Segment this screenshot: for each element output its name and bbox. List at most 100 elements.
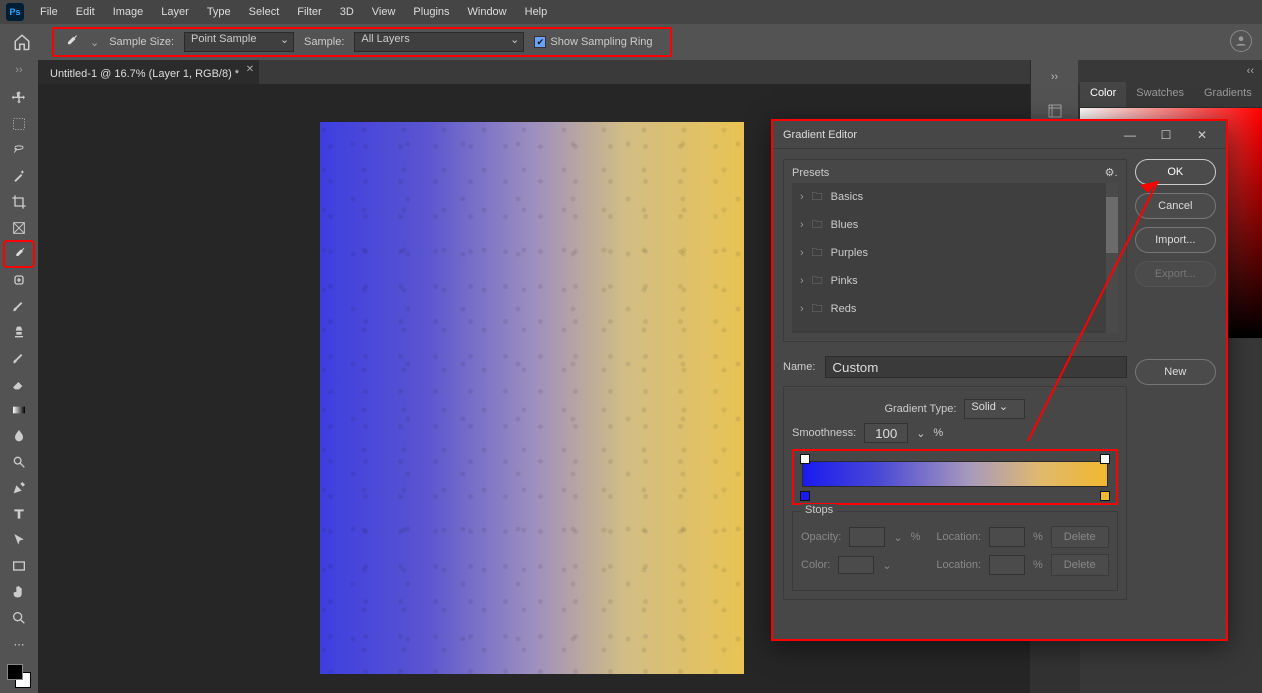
profile-button[interactable]	[1230, 30, 1252, 52]
smoothness-dropdown-icon[interactable]: ⌄	[916, 427, 925, 440]
preset-folder-pinks[interactable]: ›🗀Pinks	[792, 267, 1118, 295]
smoothness-input[interactable]	[864, 423, 908, 443]
stop-opacity-input	[849, 527, 885, 547]
ok-button[interactable]: OK	[1135, 159, 1216, 185]
export-button: Export...	[1135, 261, 1216, 287]
frame-tool[interactable]	[5, 216, 33, 240]
opacity-stop-right[interactable]	[1100, 454, 1110, 464]
preset-list[interactable]: ›🗀Basics ›🗀Blues ›🗀Purples ›🗀Pinks ›🗀Red…	[792, 183, 1118, 333]
sample-select[interactable]: All Layers⌄	[354, 32, 524, 52]
menu-3d[interactable]: 3D	[332, 3, 362, 21]
eraser-tool[interactable]	[5, 372, 33, 396]
gradient-settings: Gradient Type: Solid ⌄ Smoothness: ⌄ %	[783, 386, 1127, 600]
healing-tool[interactable]	[5, 268, 33, 292]
blur-tool[interactable]	[5, 424, 33, 448]
menu-file[interactable]: File	[32, 3, 66, 21]
dodge-tool[interactable]	[5, 450, 33, 474]
menu-image[interactable]: Image	[105, 3, 152, 21]
color-stop-left[interactable]	[800, 491, 810, 501]
smoothness-label: Smoothness:	[792, 427, 856, 439]
check-icon: ✔	[534, 36, 546, 48]
delete-color-stop-button: Delete	[1051, 554, 1109, 576]
gradient-strip-highlight	[792, 449, 1118, 505]
menu-type[interactable]: Type	[199, 3, 239, 21]
eyedropper-tool[interactable]	[5, 242, 33, 266]
pen-tool[interactable]	[5, 476, 33, 500]
ps-logo: Ps	[6, 3, 24, 21]
preset-folder-basics[interactable]: ›🗀Basics	[792, 183, 1118, 211]
history-brush-tool[interactable]	[5, 346, 33, 370]
home-button[interactable]	[6, 28, 38, 56]
gradient-type-label: Gradient Type:	[884, 403, 956, 415]
percent-label: %	[1033, 559, 1043, 571]
preset-folder-reds[interactable]: ›🗀Reds	[792, 295, 1118, 323]
gradient-name-input[interactable]	[825, 356, 1126, 378]
chevron-right-icon: ›	[800, 275, 804, 287]
cancel-button[interactable]: Cancel	[1135, 193, 1216, 219]
window-close-button[interactable]: ✕	[1184, 128, 1220, 142]
menu-filter[interactable]: Filter	[289, 3, 329, 21]
menu-select[interactable]: Select	[241, 3, 288, 21]
marquee-tool[interactable]	[5, 112, 33, 136]
opacity-stop-left[interactable]	[800, 454, 810, 464]
type-tool[interactable]	[5, 502, 33, 526]
color-swatches[interactable]	[7, 664, 31, 688]
gradient-tool[interactable]	[5, 398, 33, 422]
chevron-down-icon[interactable]: ⌄	[90, 36, 99, 49]
magic-wand-tool[interactable]	[5, 164, 33, 188]
brush-tool[interactable]	[5, 294, 33, 318]
tab-swatches[interactable]: Swatches	[1126, 82, 1194, 107]
stop-location-label-2: Location:	[936, 559, 981, 571]
percent-label: %	[911, 531, 921, 543]
color-panel-tabs: Color Swatches Gradients P	[1080, 82, 1262, 108]
tab-color[interactable]: Color	[1080, 82, 1126, 107]
preset-folder-purples[interactable]: ›🗀Purples	[792, 239, 1118, 267]
window-maximize-button[interactable]: ☐	[1148, 128, 1184, 142]
stop-location-label-1: Location:	[936, 531, 981, 543]
menu-window[interactable]: Window	[460, 3, 515, 21]
path-select-tool[interactable]	[5, 528, 33, 552]
rectangle-tool[interactable]	[5, 554, 33, 578]
gradient-preview-strip[interactable]	[802, 461, 1108, 487]
import-button[interactable]: Import...	[1135, 227, 1216, 253]
stop-color-label: Color:	[801, 559, 830, 571]
move-tool[interactable]	[5, 86, 33, 110]
sample-size-label: Sample Size:	[109, 36, 174, 48]
hand-tool[interactable]	[5, 580, 33, 604]
percent-label: %	[1033, 531, 1043, 543]
presets-fieldset: Presets ⚙. ›🗀Basics ›🗀Blues ›🗀Purples ›🗀…	[783, 159, 1127, 342]
panel-collapse-grip[interactable]: ››	[1031, 60, 1078, 94]
lasso-tool[interactable]	[5, 138, 33, 162]
presets-label: Presets	[792, 167, 829, 179]
document-tab[interactable]: Untitled-1 @ 16.7% (Layer 1, RGB/8) * ✕	[38, 60, 259, 84]
more-tool[interactable]: ⋯	[5, 632, 33, 656]
options-bar: ⌄ Sample Size: Point Sample⌄ Sample: All…	[0, 24, 1262, 60]
menu-view[interactable]: View	[364, 3, 404, 21]
color-stop-right[interactable]	[1100, 491, 1110, 501]
preset-scroll-thumb[interactable]	[1106, 197, 1118, 253]
preset-folder-blues[interactable]: ›🗀Blues	[792, 211, 1118, 239]
percent-label: %	[933, 427, 943, 439]
dialog-titlebar[interactable]: Gradient Editor — ☐ ✕	[773, 121, 1226, 149]
chevron-right-icon: ›	[800, 191, 804, 203]
new-button[interactable]: New	[1135, 359, 1216, 385]
close-icon[interactable]: ✕	[246, 64, 254, 75]
zoom-tool[interactable]	[5, 606, 33, 630]
tab-gradients[interactable]: Gradients	[1194, 82, 1262, 107]
menu-edit[interactable]: Edit	[68, 3, 103, 21]
chevron-right-icon: ›	[800, 219, 804, 231]
menu-layer[interactable]: Layer	[153, 3, 197, 21]
chevron-right-icon: ›	[800, 247, 804, 259]
show-sampling-ring-checkbox[interactable]: ✔ Show Sampling Ring	[534, 36, 652, 48]
panel-collapse-icon[interactable]: ‹‹	[1080, 60, 1262, 82]
window-minimize-button[interactable]: —	[1112, 128, 1148, 142]
gear-icon[interactable]: ⚙.	[1105, 166, 1118, 179]
menu-bar: Ps File Edit Image Layer Type Select Fil…	[0, 0, 1262, 24]
stop-location-input-1	[989, 527, 1025, 547]
clone-stamp-tool[interactable]	[5, 320, 33, 344]
sample-size-select[interactable]: Point Sample⌄	[184, 32, 294, 52]
gradient-type-select[interactable]: Solid ⌄	[964, 399, 1025, 419]
menu-help[interactable]: Help	[517, 3, 556, 21]
crop-tool[interactable]	[5, 190, 33, 214]
menu-plugins[interactable]: Plugins	[405, 3, 457, 21]
